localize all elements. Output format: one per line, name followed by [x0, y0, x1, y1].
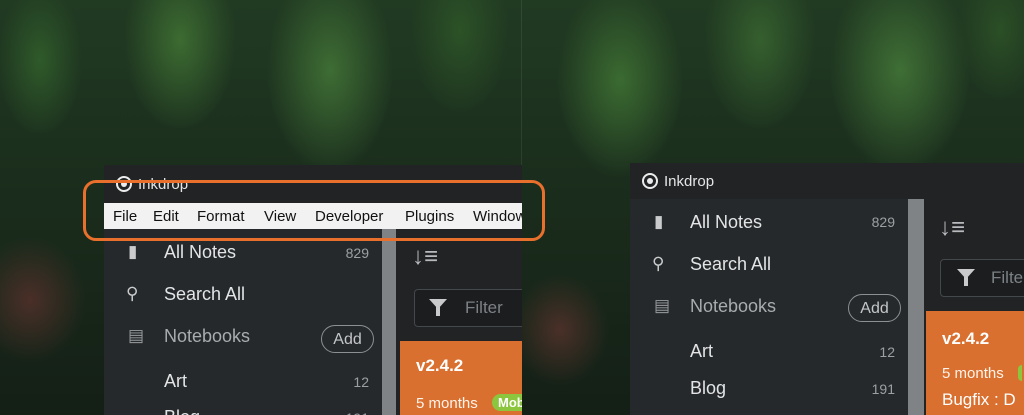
- sidebar-item-all-notes[interactable]: All Notes: [690, 212, 762, 233]
- filter-icon: [429, 299, 447, 316]
- note-title: v2.4.2: [942, 329, 990, 348]
- filter-placeholder: Filte: [991, 268, 1024, 287]
- note-tag[interactable]: [1018, 365, 1022, 381]
- blog-count: 191: [871, 381, 895, 397]
- filter-icon: [957, 269, 975, 286]
- book-icon: ▤: [128, 326, 145, 345]
- filter-placeholder: Filter: [465, 298, 503, 317]
- add-notebook-button[interactable]: Add: [321, 325, 374, 353]
- sidebar-item-blog[interactable]: Blog: [690, 378, 726, 399]
- search-icon: ⚲: [652, 254, 665, 273]
- note-updated-time: 5 months: [416, 395, 478, 412]
- sidebar-item-search-all[interactable]: Search All: [164, 284, 245, 305]
- sidebar: ▮ All Notes 829 ⚲ Search All ▤ Notebooks…: [104, 229, 382, 415]
- document-icon: ▮: [128, 242, 138, 261]
- sidebar-item-notebooks[interactable]: Notebooks: [164, 326, 250, 347]
- document-icon: ▮: [654, 212, 664, 231]
- sidebar-item-search-all[interactable]: Search All: [690, 254, 771, 275]
- app-title: Inkdrop: [664, 173, 715, 190]
- all-notes-count: 829: [871, 214, 895, 230]
- title-bar: Inkdrop: [630, 163, 1024, 199]
- art-count: 12: [353, 374, 369, 390]
- menubar-highlight: [83, 180, 545, 241]
- art-count: 12: [879, 344, 895, 360]
- add-notebook-button[interactable]: Add: [848, 294, 901, 322]
- note-title: v2.4.2: [416, 356, 464, 375]
- book-icon: ▤: [654, 296, 671, 315]
- sort-icon[interactable]: ↓≡: [939, 214, 965, 242]
- sidebar-item-notebooks[interactable]: Notebooks: [690, 296, 776, 317]
- sidebar-item-all-notes[interactable]: All Notes: [164, 242, 236, 263]
- sidebar-item-art[interactable]: Art: [690, 341, 713, 362]
- note-card[interactable]: v2.4.2 5 months Bugfix : D: [926, 311, 1024, 415]
- all-notes-count: 829: [345, 245, 369, 261]
- sidebar-scrollbar[interactable]: [908, 199, 924, 415]
- sidebar-item-art[interactable]: Art: [164, 371, 187, 392]
- note-tag[interactable]: Mob: [492, 394, 522, 411]
- note-card[interactable]: v2.4.2 5 months Mob: [400, 341, 522, 415]
- inkdrop-window-without-menubar: Inkdrop ▮ All Notes 829 ⚲ Search All ▤ N…: [630, 163, 1024, 415]
- filter-input[interactable]: Filter: [414, 289, 522, 327]
- inkdrop-logo-icon: [642, 173, 658, 189]
- blog-count: 191: [329, 410, 369, 415]
- note-list: ↓≡ Filte v2.4.2 5 months Bugfix : D: [924, 199, 1024, 415]
- note-updated-time: 5 months: [942, 365, 1004, 382]
- sidebar-scrollbar[interactable]: [382, 229, 396, 415]
- sort-icon[interactable]: ↓≡: [412, 243, 438, 271]
- note-preview: Bugfix : D: [942, 390, 1016, 409]
- filter-input[interactable]: Filte: [940, 259, 1024, 297]
- note-list: ↓≡ Filter v2.4.2 5 months Mob: [396, 229, 522, 415]
- search-icon: ⚲: [126, 284, 139, 303]
- sidebar-item-blog[interactable]: Blog: [164, 407, 200, 415]
- sidebar: ▮ All Notes 829 ⚲ Search All ▤ Notebooks…: [630, 199, 908, 415]
